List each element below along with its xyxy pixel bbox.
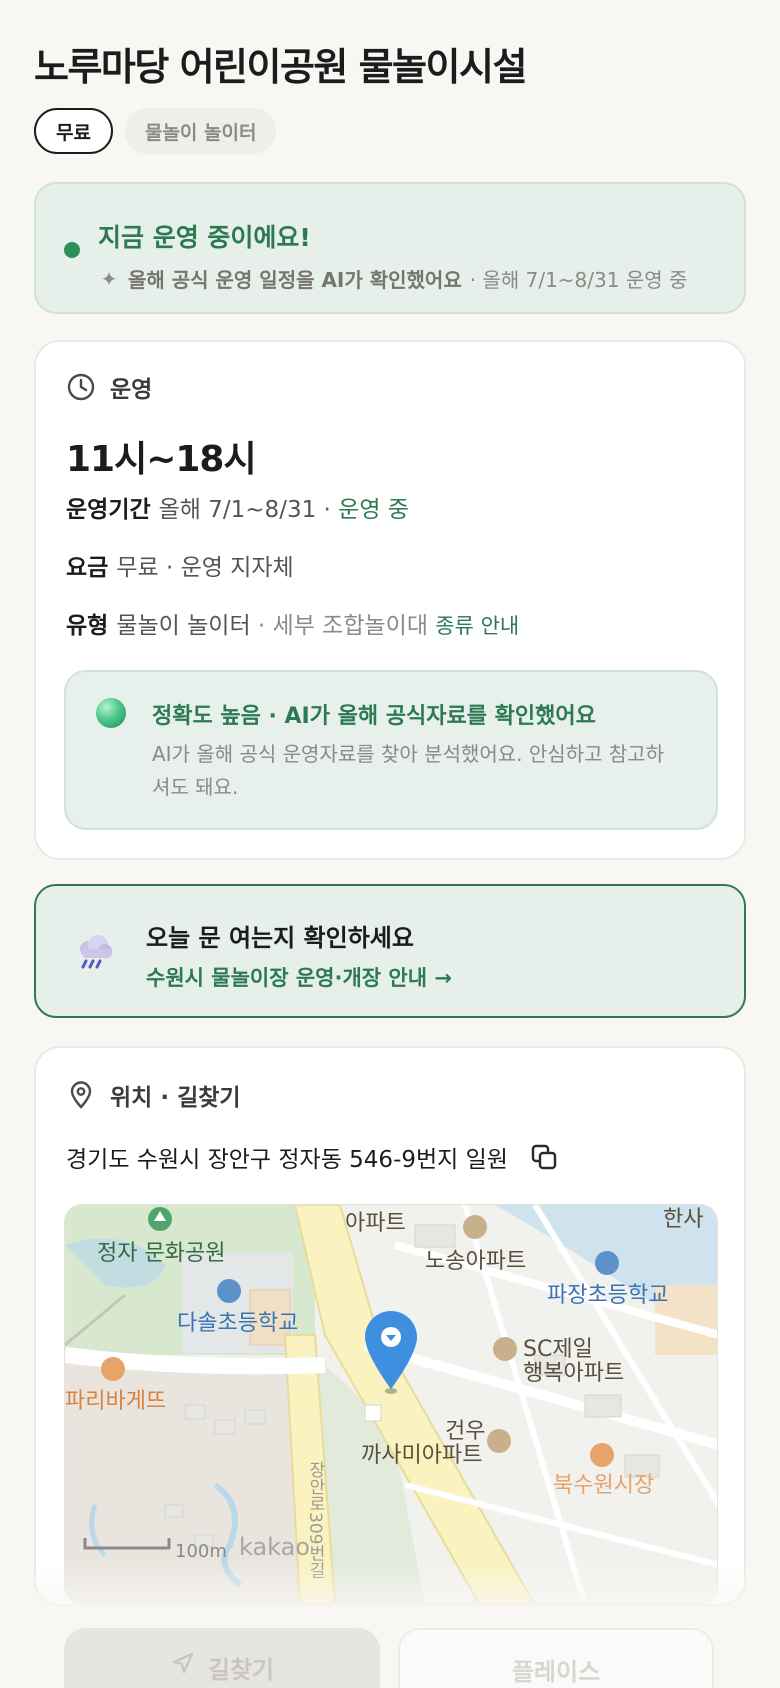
map-label-bakery: 파리바게뜨 bbox=[65, 1389, 167, 1414]
accuracy-body: AI가 올해 공식 운영자료를 찾아 분석했어요. 안심하고 참고하셔도 돼요. bbox=[152, 742, 665, 799]
period-status: · 운영 중 bbox=[323, 497, 409, 523]
accuracy-orb-icon bbox=[96, 698, 126, 728]
chip-water-playground[interactable]: 물놀이 놀이터 bbox=[124, 108, 277, 154]
map-view[interactable]: 정자 문화공원 아파트 노송아파트 다솔초등학교 파장초등학교 한사 파리바게뜨… bbox=[64, 1204, 718, 1604]
hours-card: 운영 11시~18시 운영기간 올해 7/1~8/31 · 운영 중 요금 무료 ·… bbox=[34, 340, 746, 860]
period-key: 운영기간 bbox=[66, 497, 151, 523]
notice-title: 오늘 문 여는지 확인하세요 bbox=[146, 924, 414, 952]
chip-free[interactable]: 무료 bbox=[34, 108, 113, 154]
operating-status-banner: 지금 운영 중이에요! ✦ 올해 공식 운영 일정을 AI가 확인했어요 · 올… bbox=[34, 182, 746, 314]
map-pin-icon bbox=[70, 1081, 92, 1109]
place-button-label: 플레이스 bbox=[511, 1658, 601, 1686]
status-sub-bold: 올해 공식 운영 일정을 AI가 확인했어요 bbox=[128, 268, 462, 292]
map-brand-logo: kakao bbox=[239, 1533, 311, 1561]
hours-section-title: 운영 bbox=[110, 377, 153, 403]
address-row: 경기도 수원시 장안구 정자동 546-9번지 일원 bbox=[66, 1140, 558, 1174]
location-card: 위치 · 길찾기 경기도 수원시 장안구 정자동 546-9번지 일원 정자 문… bbox=[34, 1046, 746, 1606]
notice-link[interactable]: 수원시 물놀이장 운영·개장 안내 → bbox=[146, 962, 452, 992]
page-title: 노루마당 어린이공원 물놀이시설 bbox=[34, 45, 527, 89]
map-label-school2: 파장초등학교 bbox=[547, 1283, 669, 1308]
place-button[interactable]: 플레이스 bbox=[398, 1628, 714, 1688]
fee-key: 요금 bbox=[66, 555, 109, 581]
copy-icon[interactable] bbox=[530, 1143, 558, 1171]
map-scale-label: 100m bbox=[175, 1541, 227, 1562]
type-value: 물놀이 놀이터 bbox=[116, 613, 251, 639]
map-label-apt1: 아파트 bbox=[345, 1211, 406, 1236]
page: 노루마당 어린이공원 물놀이시설 무료 물놀이 놀이터 지금 운영 중이에요! … bbox=[0, 0, 780, 1688]
operating-hours: 11시~18시 bbox=[66, 439, 257, 480]
map-label-school1: 다솔초등학교 bbox=[177, 1311, 299, 1336]
address-text: 경기도 수원시 장안구 정자동 546-9번지 일원 bbox=[66, 1147, 508, 1173]
map-label-market: 북수원시장 bbox=[553, 1473, 655, 1498]
rain-cloud-icon bbox=[80, 935, 112, 969]
map-label-apt2: 노송아파트 bbox=[425, 1249, 527, 1274]
accuracy-box: 정확도 높음 · AI가 올해 공식자료를 확인했어요 AI가 올해 공식 운영… bbox=[64, 670, 718, 830]
route-button-label: 길찾기 bbox=[207, 1656, 275, 1684]
map-label-cut-top: 한사 bbox=[663, 1207, 704, 1232]
period-value: 올해 7/1~8/31 bbox=[158, 497, 317, 523]
fee-value: 무료 · 운영 지자체 bbox=[116, 555, 294, 581]
sparkle-icon: ✦ bbox=[100, 266, 118, 291]
opening-notice-card[interactable]: 오늘 문 여는지 확인하세요 수원시 물놀이장 운영·개장 안내 → bbox=[34, 884, 746, 1018]
map-label-sc2: 행복아파트 bbox=[523, 1361, 625, 1386]
status-dot-icon bbox=[64, 242, 80, 258]
clock-icon bbox=[67, 373, 95, 401]
accuracy-title: 정확도 높음 · AI가 올해 공식자료를 확인했어요 bbox=[152, 704, 596, 729]
period-row: 운영기간 올해 7/1~8/31 · 운영 중 bbox=[66, 490, 409, 524]
type-detail: · 세부 조합놀이대 bbox=[257, 613, 428, 639]
hours-section-header: 운영 bbox=[66, 370, 152, 404]
type-guide-link[interactable]: 종류 안내 bbox=[435, 614, 519, 638]
status-subtitle: ✦ 올해 공식 운영 일정을 AI가 확인했어요 · 올해 7/1~8/31 운… bbox=[98, 264, 688, 293]
map-label-apt3b: 까사미아파트 bbox=[361, 1443, 483, 1468]
route-button[interactable]: 길찾기 bbox=[64, 1628, 380, 1688]
navigation-arrow-icon bbox=[172, 1652, 194, 1674]
fee-row: 요금 무료 · 운영 지자체 bbox=[66, 548, 294, 582]
map-label-park: 정자 문화공원 bbox=[97, 1241, 226, 1266]
type-key: 유형 bbox=[66, 613, 109, 639]
tag-chips: 무료 물놀이 놀이터 bbox=[34, 108, 277, 154]
status-sub-rest: · 올해 7/1~8/31 운영 중 bbox=[469, 268, 688, 292]
status-title: 지금 운영 중이에요! bbox=[98, 223, 311, 252]
location-section-title: 위치 · 길찾기 bbox=[110, 1085, 241, 1111]
type-row: 유형 물놀이 놀이터 · 세부 조합놀이대 종류 안내 bbox=[66, 606, 519, 640]
location-section-header: 위치 · 길찾기 bbox=[66, 1078, 241, 1112]
